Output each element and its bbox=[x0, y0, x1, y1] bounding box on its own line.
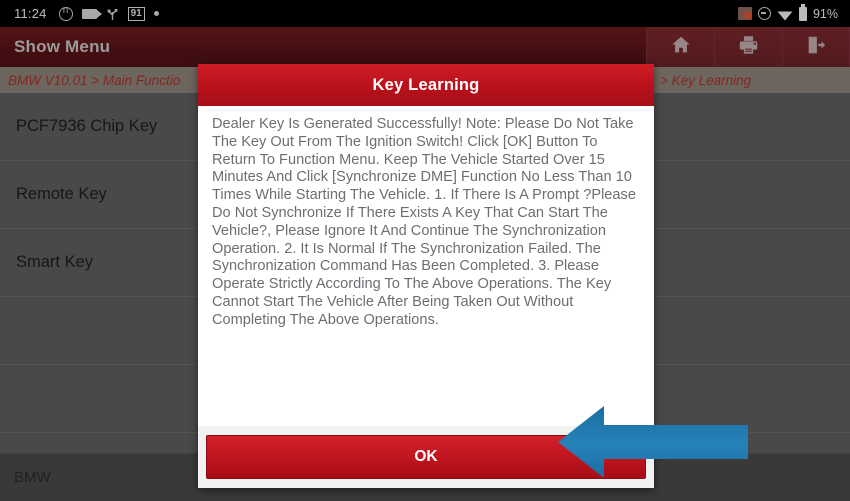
dialog-footer: OK bbox=[198, 426, 654, 488]
dialog-title: Key Learning bbox=[198, 64, 654, 106]
ok-button[interactable]: OK bbox=[206, 435, 646, 479]
screen-root: 11:24 91 bbox=[0, 0, 850, 501]
dialog-body: Dealer Key Is Generated Successfully! No… bbox=[198, 106, 654, 426]
key-learning-dialog: Key Learning Dealer Key Is Generated Suc… bbox=[198, 64, 654, 488]
dialog-message: Dealer Key Is Generated Successfully! No… bbox=[212, 116, 636, 328]
